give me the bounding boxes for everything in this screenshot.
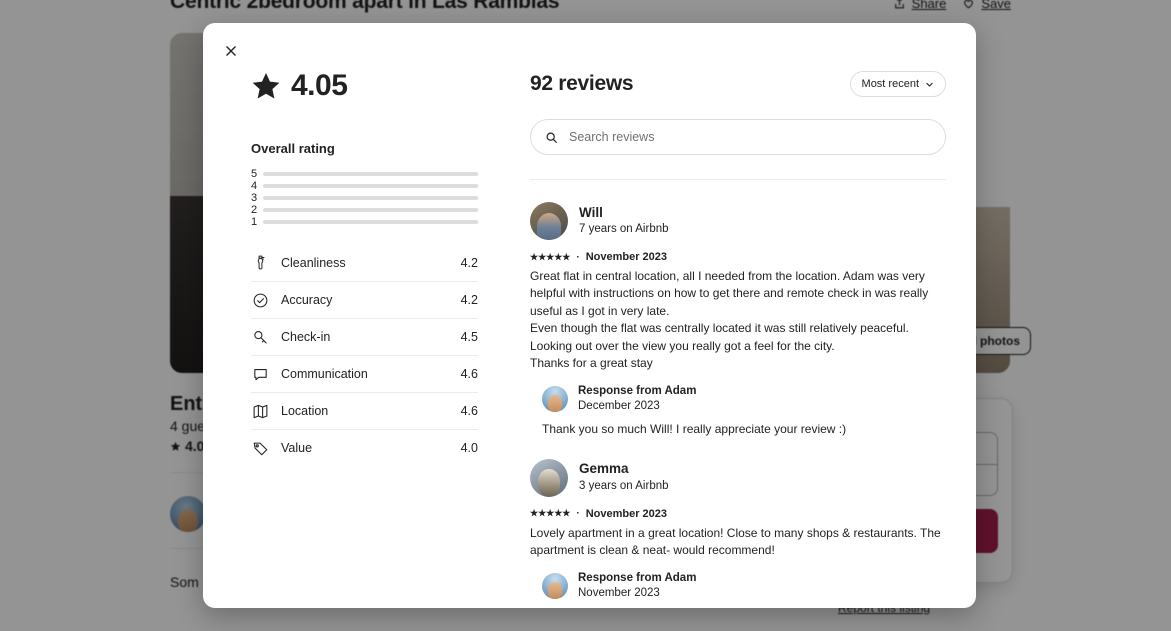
rating-category-cleanliness: Cleanliness 4.2: [251, 244, 478, 281]
chevron-down-icon: [926, 82, 933, 87]
review-text: Great flat in central location, all I ne…: [530, 269, 929, 370]
overall-rating-pane: 4.05 Overall rating 5 4 3 2 1 Cleanlines…: [203, 23, 508, 608]
rating-category-name: Value: [281, 441, 313, 455]
rating-bar-row: 5: [251, 168, 478, 180]
rating-category-name: Communication: [281, 367, 368, 381]
host-response-date: November 2023: [578, 587, 660, 600]
overall-score-header: 4.05: [251, 71, 508, 101]
separator-dot: ·: [576, 508, 580, 520]
review-date: November 2023: [585, 251, 668, 263]
review-author-name: Gemma: [579, 461, 629, 477]
reviews-count-title: 92 reviews: [530, 72, 634, 95]
separator-dot: ·: [576, 251, 580, 263]
tag-icon: [251, 439, 269, 457]
host-response: Response from Adam November 2023 I reall…: [542, 571, 946, 608]
review-rating-row: ★★★★★ · November 2023: [530, 508, 946, 520]
search-reviews-input[interactable]: [567, 129, 931, 145]
rating-bar-star-count: 3: [251, 191, 258, 204]
review-item: Gemma 3 years on Airbnb ★★★★★ · November…: [530, 458, 946, 608]
host-response-header: Response from Adam November 2023: [542, 571, 946, 601]
avatar[interactable]: [542, 386, 568, 413]
rating-category-name: Cleanliness: [281, 255, 346, 270]
rating-bar-row: 2: [251, 204, 478, 216]
host-response-header: Response from Adam December 2023: [542, 384, 946, 414]
rating-bar-track: [263, 196, 478, 200]
speech-bubble-icon: [251, 365, 269, 383]
map-icon: [251, 402, 269, 420]
rating-bar-track: [263, 208, 478, 212]
avatar[interactable]: [530, 458, 568, 497]
host-response: Response from Adam December 2023 Thank y…: [542, 384, 946, 438]
overall-score-value: 4.05: [291, 69, 348, 102]
review-item: Will 7 years on Airbnb ★★★★★ · November …: [530, 202, 946, 439]
reviews-modal: 4.05 Overall rating 5 4 3 2 1 Cleanlines…: [203, 23, 976, 608]
avatar[interactable]: [542, 573, 568, 600]
rating-category-score: 4.6: [460, 367, 478, 381]
rating-category-score: 4.2: [460, 255, 478, 270]
rating-bar-star-count: 5: [251, 167, 258, 180]
search-icon: [546, 132, 557, 143]
rating-bar-star-count: 4: [251, 179, 258, 192]
review-author-tenure: 3 years on Airbnb: [579, 480, 669, 492]
reviews-list-pane: 92 reviews Most recent Search reviews Wi…: [508, 23, 976, 608]
close-icon: [226, 46, 236, 56]
review-stars: ★★★★★: [530, 251, 571, 262]
review-author-name: Will: [579, 204, 603, 220]
review-author-header: Will 7 years on Airbnb: [530, 202, 946, 240]
host-response-date: December 2023: [578, 400, 660, 413]
search-reviews-box[interactable]: [530, 119, 946, 155]
avatar[interactable]: [530, 202, 568, 240]
rating-category-name: Check-in: [281, 330, 331, 344]
rating-distribution: 5 4 3 2 1: [251, 168, 478, 228]
review-text: Lovely apartment in a great location! Cl…: [530, 525, 941, 557]
host-response-text: Thank you so much Will! I really appreci…: [542, 422, 847, 437]
rating-bar-track: [263, 220, 478, 224]
rating-category-value: Value 4.0: [251, 429, 478, 466]
rating-category-communication: Communication 4.6: [251, 355, 478, 392]
rating-bar-row: 1: [251, 216, 478, 228]
rating-category-score: 4.0: [460, 441, 478, 455]
sort-dropdown[interactable]: Most recent: [849, 71, 946, 97]
rating-category-list: Cleanliness 4.2 Accuracy 4.2 Check-in 4.…: [251, 244, 478, 466]
check-circle-icon: [251, 291, 269, 309]
rating-bar-row: 4: [251, 180, 478, 192]
rating-category-accuracy: Accuracy 4.2: [251, 281, 478, 318]
review-stars: ★★★★★: [530, 508, 571, 519]
review-date: November 2023: [585, 507, 668, 520]
overall-rating-label: Overall rating: [251, 141, 335, 156]
rating-category-score: 4.2: [460, 293, 478, 307]
rating-bar-row: 3: [251, 192, 478, 204]
rating-category-score: 4.5: [460, 330, 478, 344]
review-author-header: Gemma 3 years on Airbnb: [530, 458, 946, 497]
rating-category-name: Location: [281, 404, 329, 418]
rating-bar-track: [263, 184, 478, 188]
rating-bar-star-count: 1: [251, 215, 258, 228]
spray-bottle-icon: [251, 254, 269, 272]
rating-bar-track: [263, 172, 478, 176]
rating-category-name: Accuracy: [281, 293, 333, 307]
host-response-title: Response from Adam: [578, 385, 697, 398]
reviews-header: 92 reviews Most recent: [530, 71, 946, 97]
screen-root: Centric 2bedroom apart in Las Ramblas Sh…: [0, 0, 1171, 631]
close-modal-button[interactable]: [215, 35, 247, 67]
sort-dropdown-label: Most recent: [861, 78, 919, 90]
key-icon: [251, 328, 269, 346]
rating-bar-star-count: 2: [251, 203, 258, 216]
rating-category-checkin: Check-in 4.5: [251, 318, 478, 355]
star-icon: [252, 73, 280, 99]
rating-category-location: Location 4.6: [251, 392, 478, 429]
host-response-title: Response from Adam: [578, 572, 697, 585]
divider: [530, 179, 946, 180]
review-rating-row: ★★★★★ · November 2023: [530, 251, 946, 263]
review-author-tenure: 7 years on Airbnb: [579, 223, 669, 236]
rating-category-score: 4.6: [460, 404, 478, 418]
